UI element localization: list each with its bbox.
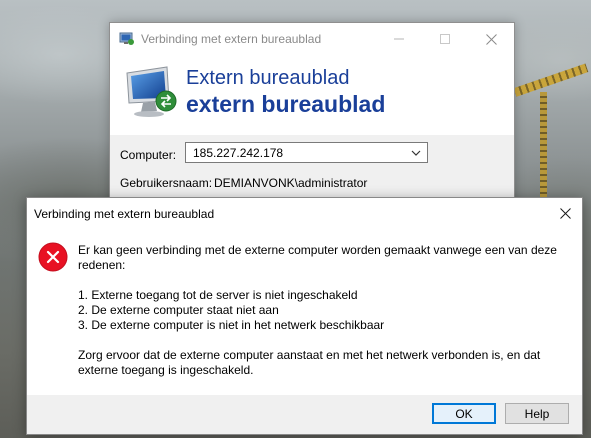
reason-item: 2. De externe computer staat niet aan <box>78 303 279 317</box>
computer-combobox[interactable]: 185.227.242.178 <box>185 142 428 163</box>
minimize-button[interactable] <box>376 23 422 55</box>
computer-label: Computer: <box>120 148 177 162</box>
ok-button[interactable]: OK <box>432 403 496 424</box>
dialog-titlebar[interactable]: Verbinding met extern bureaublad <box>27 198 582 228</box>
reason-list: 1. Externe toegang tot de server is niet… <box>78 288 568 333</box>
close-button[interactable] <box>468 23 514 55</box>
error-dialog: Verbinding met extern bureaublad Er kan … <box>26 197 583 435</box>
remote-desktop-icon <box>123 61 185 123</box>
message-outro: Zorg ervoor dat de externe computer aans… <box>78 348 541 377</box>
rdp-window-title: Verbinding met extern bureaublad <box>141 32 322 46</box>
username-value: DEMIANVONK\administrator <box>214 176 368 190</box>
crane-mast <box>540 92 547 197</box>
dialog-message: Er kan geen verbinding met de externe co… <box>78 243 568 378</box>
remote-desktop-icon <box>119 32 135 46</box>
reason-item: 1. Externe toegang tot de server is niet… <box>78 288 358 302</box>
close-icon[interactable] <box>548 198 582 228</box>
message-intro: Er kan geen verbinding met de externe co… <box>78 243 557 272</box>
chevron-down-icon[interactable] <box>409 146 423 160</box>
help-button[interactable]: Help <box>505 403 569 424</box>
crane-arm <box>513 63 589 97</box>
banner-title: Extern bureaublad <box>186 67 350 89</box>
username-label: Gebruikersnaam: <box>120 176 213 190</box>
rdp-titlebar[interactable]: Verbinding met extern bureaublad <box>110 23 514 55</box>
computer-value[interactable]: 185.227.242.178 <box>193 146 283 160</box>
banner-subtitle: extern bureaublad <box>186 91 386 117</box>
maximize-button[interactable] <box>422 23 468 55</box>
reason-item: 3. De externe computer is niet in het ne… <box>78 318 385 332</box>
dialog-footer: OK Help <box>27 395 582 434</box>
dialog-title: Verbinding met extern bureaublad <box>34 207 215 221</box>
error-icon <box>38 242 68 272</box>
